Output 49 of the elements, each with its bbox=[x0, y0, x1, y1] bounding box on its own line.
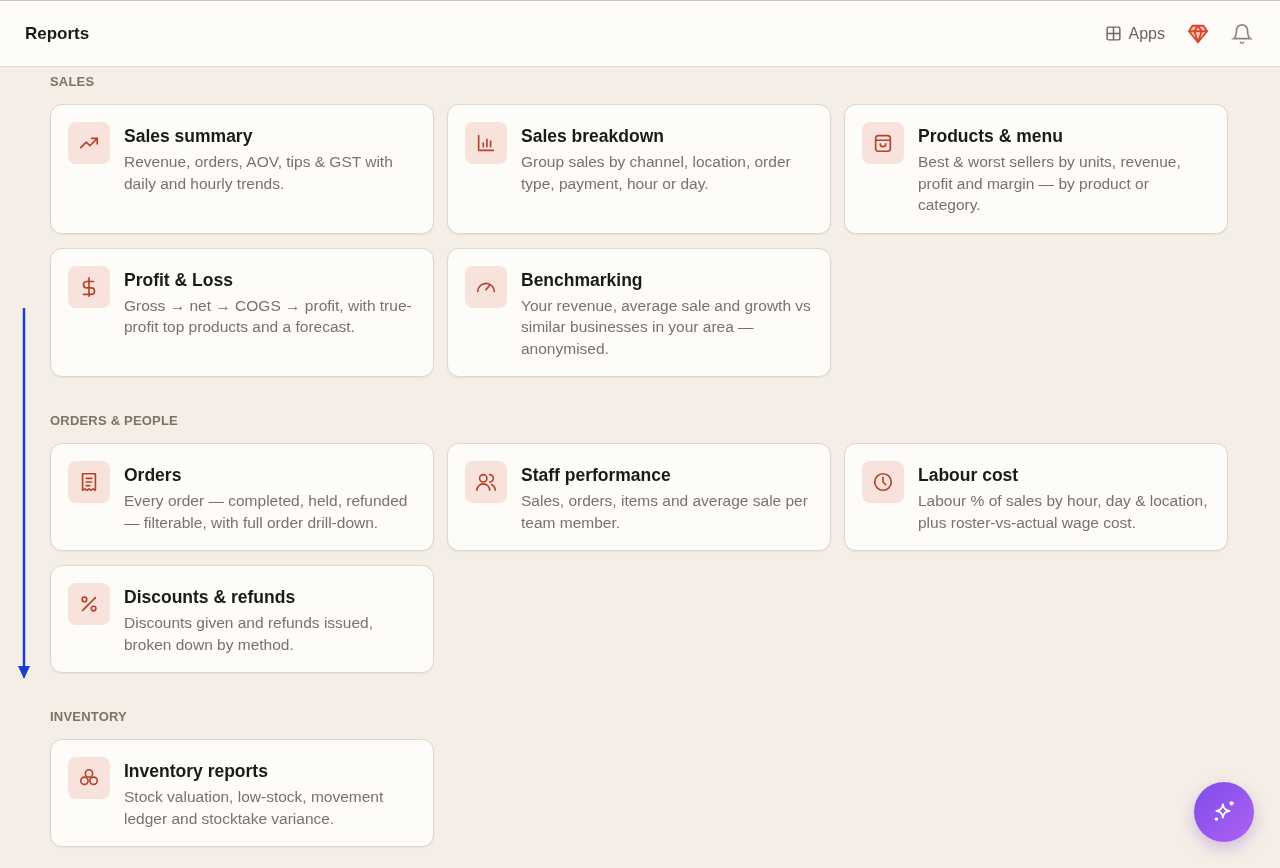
gauge-icon bbox=[465, 265, 507, 308]
card-description: Every order — completed, held, refunded — filterable, with full order drill-down. bbox=[124, 491, 409, 533]
dollar-icon bbox=[68, 265, 110, 308]
card-description: Labour % of sales by hour, day & location, plus roster-vs-actual wage cost. bbox=[918, 491, 1209, 533]
report-card[interactable]: Profit & Loss Gross → net → COGS → profit, with true-profit top products and a forecast. bbox=[50, 247, 434, 377]
card-title: Products & menu bbox=[918, 125, 1064, 148]
clock-icon bbox=[862, 461, 904, 503]
card-title: Staff performance bbox=[521, 464, 672, 487]
card-description: Group sales by channel, location, order type, payment, hour or day. bbox=[521, 152, 792, 194]
card-description: Revenue, orders, AOV, tips & GST with daily and hourly trends. bbox=[124, 152, 394, 194]
report-card[interactable]: Sales summary Revenue, orders, AOV, tips & GST with daily and hourly trends. bbox=[50, 104, 434, 234]
report-card[interactable]: Sales breakdown Group sales by channel, location, order type, payment, hour or day. bbox=[447, 104, 831, 234]
trend-icon bbox=[68, 122, 110, 164]
boxes-icon bbox=[68, 757, 110, 799]
report-card[interactable]: Labour cost Labour % of sales by hour, day & location, plus roster-vs-actual wage cost. bbox=[844, 443, 1228, 551]
section-heading: SALES bbox=[50, 74, 96, 90]
card-description: Discounts given and refunds issued, broken down by method. bbox=[124, 613, 374, 655]
card-description: Sales, orders, items and average sale per team member. bbox=[521, 491, 809, 533]
card-description: Best & worst sellers by units, revenue, profit and margin — by product or category. bbox=[918, 152, 1182, 215]
card-title: Inventory reports bbox=[124, 760, 269, 783]
gem-icon[interactable] bbox=[1187, 22, 1209, 45]
report-card[interactable]: Products & menu Best & worst sellers by units, revenue, profit and margin — by product or category. bbox=[844, 104, 1228, 234]
card-description: Stock valuation, low-stock, movement ledger and stocktake variance. bbox=[124, 787, 385, 829]
card-title: Labour cost bbox=[918, 464, 1020, 487]
apps-button[interactable]: Apps bbox=[1104, 24, 1165, 43]
report-card[interactable]: Discounts & refunds Discounts given and refunds issued, broken down by method. bbox=[50, 565, 434, 673]
report-card[interactable]: Staff performance Sales, orders, items and average sale per team member. bbox=[447, 443, 831, 551]
receipt-icon bbox=[68, 461, 110, 503]
card-description: Gross → net → COGS → profit, with true-profit top products and a forecast. bbox=[124, 295, 413, 337]
card-title: Sales summary bbox=[124, 125, 254, 148]
section-heading: INVENTORY bbox=[50, 709, 128, 725]
card-title: Orders bbox=[124, 464, 183, 487]
page-title: Reports bbox=[25, 23, 90, 44]
report-card[interactable]: Orders Every order — completed, held, refunded — filterable, with full order drill-down. bbox=[50, 443, 434, 551]
card-title: Benchmarking bbox=[521, 268, 644, 292]
people-icon bbox=[465, 461, 507, 503]
report-card[interactable]: Inventory reports Stock valuation, low-stock, movement ledger and stocktake variance. bbox=[50, 739, 434, 847]
card-description: Your revenue, average sale and growth vs similar businesses in your area — anonymised. bbox=[521, 295, 812, 359]
card-title: Discounts & refunds bbox=[124, 586, 297, 609]
bag-icon bbox=[862, 122, 904, 164]
card-title: Sales breakdown bbox=[521, 125, 665, 148]
report-card[interactable]: Benchmarking Your revenue, average sale and growth vs similar businesses in your area — anonymised. bbox=[447, 247, 831, 377]
card-title: Profit & Loss bbox=[124, 268, 234, 292]
bell-icon[interactable] bbox=[1231, 22, 1253, 45]
bar-chart-icon bbox=[465, 122, 507, 164]
percent-icon bbox=[68, 583, 110, 625]
assistant-button[interactable] bbox=[1194, 782, 1254, 842]
grid-icon bbox=[1104, 25, 1122, 42]
section-heading: ORDERS & PEOPLE bbox=[50, 413, 179, 429]
